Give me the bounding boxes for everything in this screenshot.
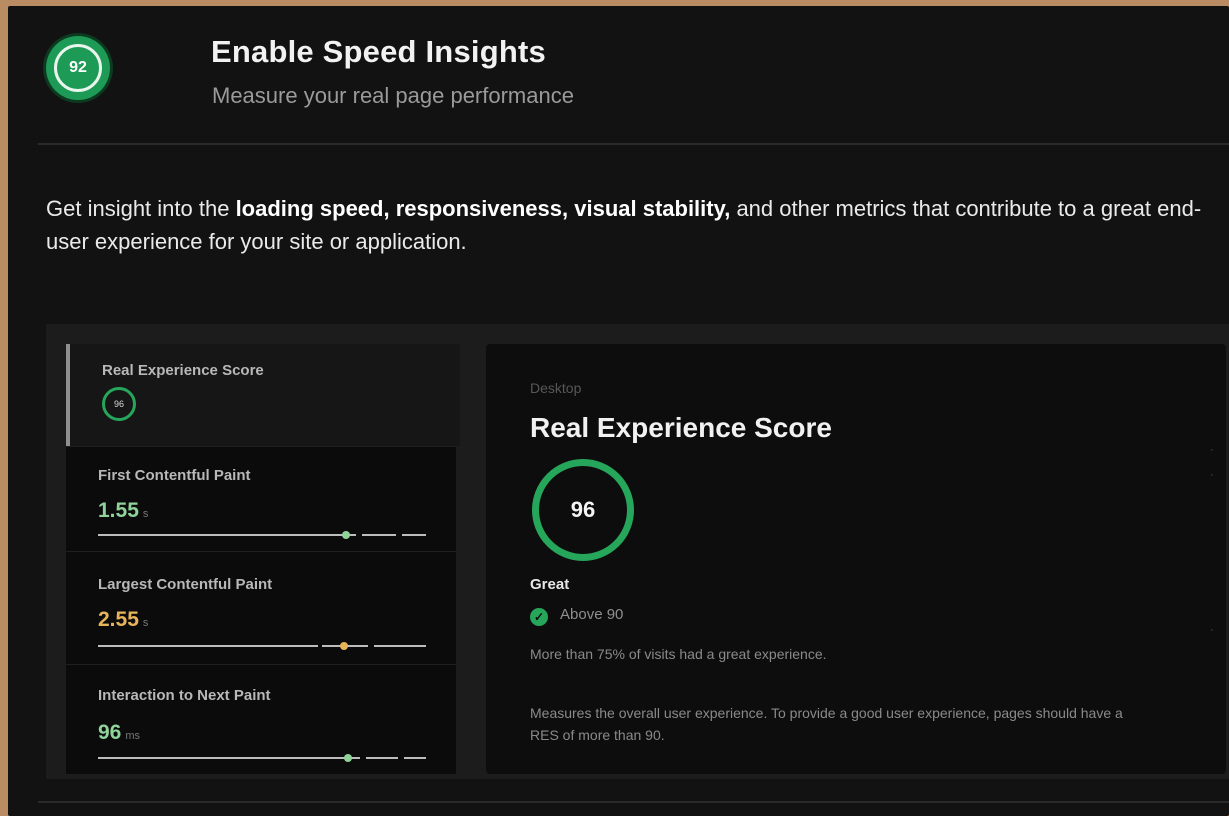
metric-number: 1.55 [98, 499, 139, 522]
score-badge-value: 92 [69, 59, 87, 76]
edge-fragment: · [1210, 444, 1214, 456]
edge-fragment: · [1210, 469, 1214, 481]
sidebar-item-label: Interaction to Next Paint [98, 687, 271, 704]
metric-number: 2.55 [98, 608, 139, 631]
sidebar-item-real-experience-score[interactable]: Real Experience Score 96 [66, 344, 460, 446]
metric-value: 1.55 s [98, 499, 148, 523]
metric-value: 2.55 s [98, 608, 148, 632]
sidebar-item-label: First Contentful Paint [98, 467, 251, 484]
metric-number: 96 [98, 721, 122, 744]
track-gap [360, 757, 366, 759]
dashboard-preview: Real Experience Score 96 First Contentfu… [46, 324, 1229, 779]
distribution-track [98, 754, 426, 762]
threshold-text: Above 90 [560, 606, 624, 623]
sidebar-item-interaction-to-next-paint[interactable]: Interaction to Next Paint 96 ms [66, 665, 456, 774]
visits-summary: More than 75% of visits had a great expe… [530, 646, 827, 662]
track-gap [318, 645, 322, 647]
intro-bold: loading speed, responsiveness, visual st… [235, 196, 731, 221]
check-circle-icon: ✓ [530, 608, 548, 626]
sidebar-item-first-contentful-paint[interactable]: First Contentful Paint 1.55 s [66, 447, 456, 551]
metric-unit: ms [125, 730, 141, 742]
track-gap [368, 645, 374, 647]
score-badge: 92 [46, 36, 110, 100]
rating-label: Great [530, 576, 570, 593]
sidebar-item-label: Real Experience Score [102, 362, 264, 379]
sidebar-item-label: Largest Contentful Paint [98, 576, 273, 593]
track-gap [356, 534, 362, 536]
track-gap [396, 534, 402, 536]
metric-detail-panel: Desktop Real Experience Score 96 Great ✓… [486, 344, 1226, 774]
distribution-track [98, 531, 426, 539]
speed-insights-panel: 92 Enable Speed Insights Measure your re… [8, 6, 1229, 816]
intro-prefix: Get insight into the [46, 196, 236, 221]
mini-score-ring: 96 [102, 387, 136, 421]
metric-description: Measures the overall user experience. To… [530, 705, 1123, 743]
detail-title: Real Experience Score [530, 412, 832, 443]
edge-fragment: · [1210, 624, 1214, 636]
track-gap [398, 757, 404, 759]
distribution-marker [340, 642, 348, 650]
distribution-marker [342, 531, 350, 539]
page-subtitle: Measure your real page performance [212, 83, 574, 108]
intro-text: Get insight into the loading speed, resp… [46, 192, 1216, 258]
device-label: Desktop [530, 380, 582, 396]
footer-divider [38, 801, 1229, 803]
sidebar-item-largest-contentful-paint[interactable]: Largest Contentful Paint 2.55 s [66, 552, 456, 664]
metric-value: 96 ms [98, 721, 140, 745]
score-ring-large: 96 [532, 459, 634, 561]
distribution-marker [344, 754, 352, 762]
metric-unit: s [142, 508, 149, 520]
header-divider [38, 143, 1229, 145]
metrics-sidebar: Real Experience Score 96 First Contentfu… [66, 344, 460, 774]
metric-unit: s [142, 617, 149, 629]
distribution-track [98, 642, 426, 650]
page-title: Enable Speed Insights [211, 34, 546, 69]
